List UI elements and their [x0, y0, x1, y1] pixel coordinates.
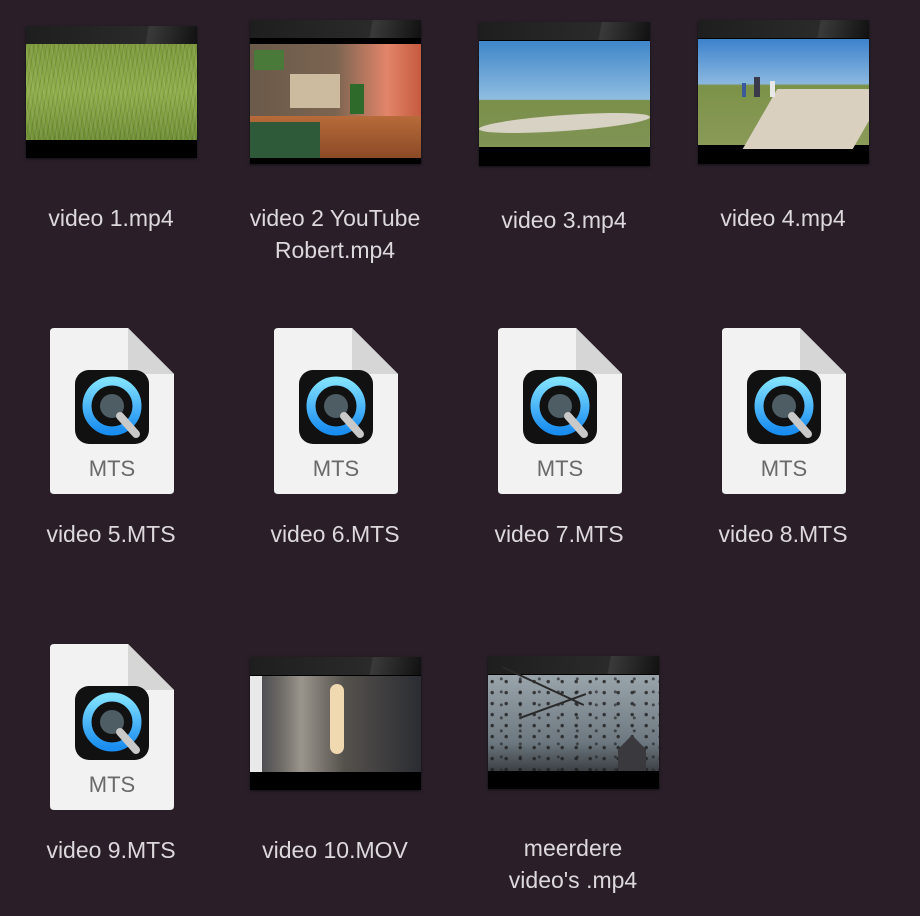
file-name: video 5.MTS: [46, 521, 176, 547]
file-name: video 1.mp4: [48, 205, 174, 231]
video-thumbnail[interactable]: [250, 20, 421, 164]
lego-preview: [250, 44, 421, 158]
video-thumbnail[interactable]: [479, 22, 650, 166]
file-ext: MTS: [536, 456, 584, 481]
file-ext: MTS: [760, 456, 808, 481]
interior-preview: [250, 676, 421, 772]
file-name: meerdere video's .mp4: [508, 835, 638, 893]
file-name: video 6.MTS: [270, 521, 400, 547]
video-thumbnail[interactable]: [698, 20, 869, 164]
file-name: video 3.mp4: [501, 207, 627, 233]
file-ext: MTS: [88, 456, 136, 481]
file-name: video 2 YouTube Robert.mp4: [249, 205, 421, 263]
video-thumbnail[interactable]: [26, 26, 197, 158]
path-people-preview: [698, 39, 869, 149]
video-thumbnail[interactable]: [250, 657, 421, 790]
file-name: video 10.MOV: [262, 837, 408, 863]
video-thumbnail[interactable]: [488, 656, 659, 789]
rain-branches-preview: [488, 666, 659, 771]
file-name: video 8.MTS: [718, 521, 848, 547]
file-name: video 4.mp4: [720, 205, 846, 231]
file-name: video 9.MTS: [46, 837, 176, 863]
path-sky-preview: [479, 41, 650, 147]
file-name: video 7.MTS: [494, 521, 624, 547]
file-ext: MTS: [312, 456, 360, 481]
file-ext: MTS: [88, 772, 136, 797]
grass-preview: [26, 44, 197, 140]
